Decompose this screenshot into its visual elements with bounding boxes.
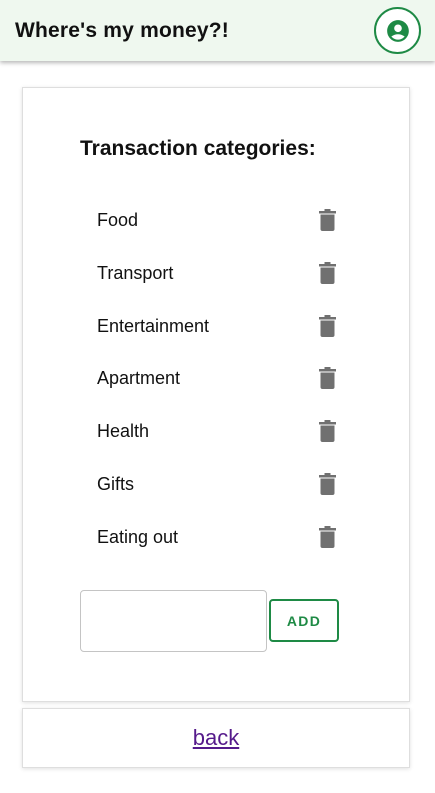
trash-icon [318, 261, 336, 284]
category-name: Food [97, 210, 139, 230]
footer-card: back [22, 708, 410, 768]
app-bar: Where's my money?! [0, 0, 435, 61]
delete-category-button[interactable] [316, 208, 338, 232]
delete-category-button[interactable] [316, 472, 338, 496]
category-item-gifts: Gifts [23, 458, 409, 511]
category-item-health: Health [23, 405, 409, 458]
add-category-button[interactable]: ADD [269, 599, 339, 642]
app-title: Where's my money?! [15, 18, 229, 42]
trash-icon [318, 472, 336, 495]
back-link[interactable]: back [193, 725, 239, 751]
category-item-food: Food [23, 194, 409, 247]
trash-icon [318, 209, 336, 231]
category-name: Apartment [97, 368, 181, 389]
category-list: Food Transport Entertainment Apartment H… [23, 194, 409, 564]
trash-icon [318, 367, 336, 390]
category-item-apartment: Apartment [23, 352, 409, 405]
category-name: Health [97, 421, 150, 442]
delete-category-button[interactable] [316, 261, 338, 285]
new-category-input[interactable] [80, 590, 267, 652]
category-item-eating-out: Eating out [23, 511, 409, 564]
trash-icon [318, 525, 336, 548]
trash-icon [318, 420, 336, 443]
category-item-entertainment: Entertainment [23, 300, 409, 353]
category-item-transport: Transport [23, 247, 409, 300]
category-name: Transport [97, 262, 174, 283]
delete-category-button[interactable] [316, 314, 338, 338]
delete-category-button[interactable] [316, 525, 338, 549]
categories-card: Transaction categories: Food Transport E… [22, 87, 410, 702]
account-circle-icon [386, 19, 409, 42]
trash-icon [318, 314, 336, 337]
category-name: Gifts [97, 473, 135, 494]
delete-category-button[interactable] [316, 366, 338, 390]
category-name: Entertainment [97, 315, 210, 336]
delete-category-button[interactable] [316, 419, 338, 443]
categories-title: Transaction categories: [80, 137, 316, 160]
category-name: Eating out [97, 526, 179, 547]
account-button[interactable] [374, 7, 421, 54]
